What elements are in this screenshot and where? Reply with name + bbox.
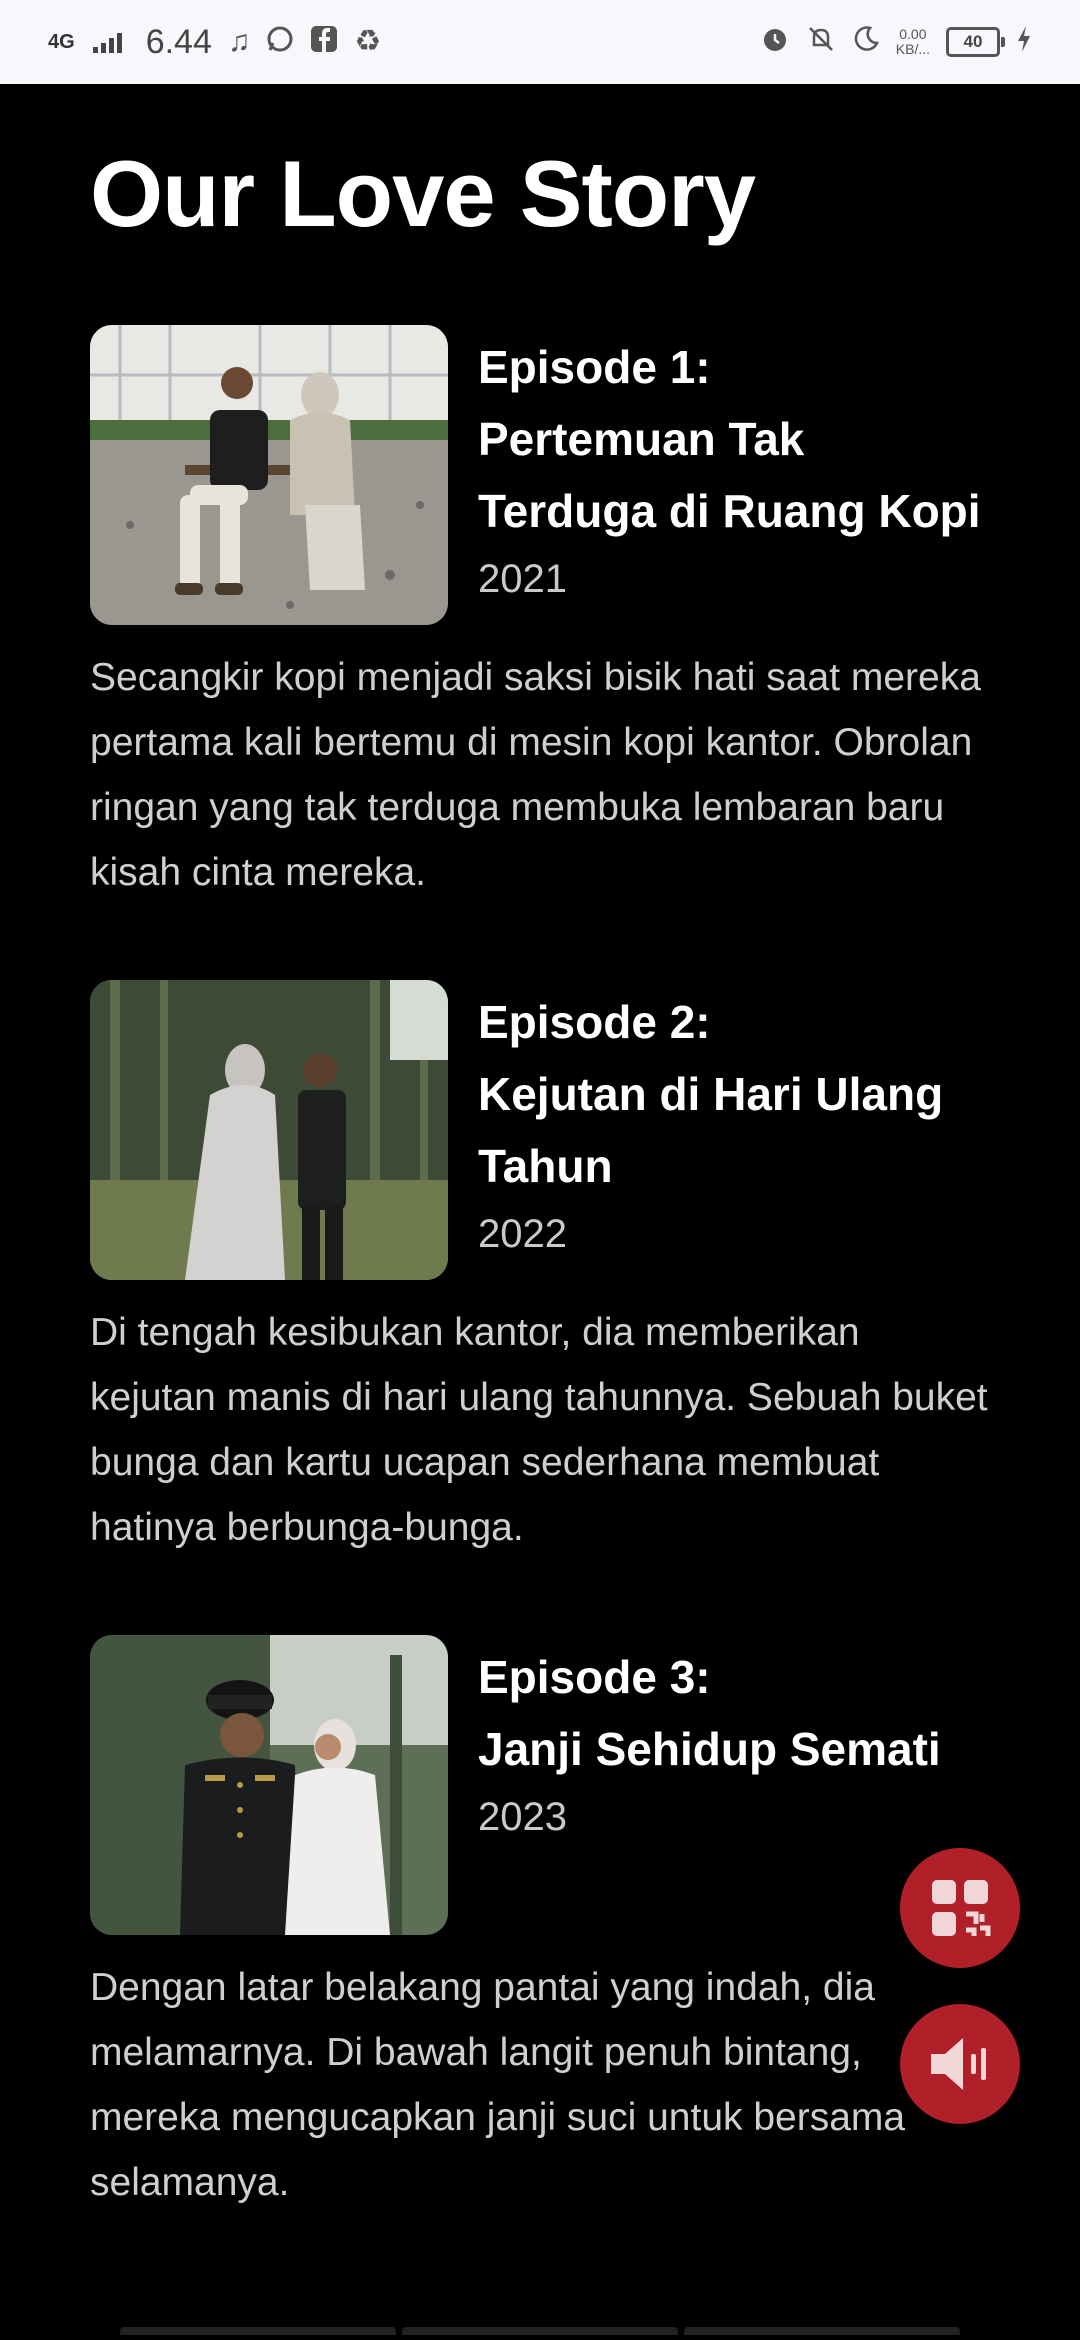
status-bar: 4G 6.44 ♫ ♻ 0.00 KB/... 40 (0, 0, 1080, 84)
episode-1-label: Episode 1: (478, 341, 711, 393)
episode-1-meta: Episode 1: Pertemuan Tak Terduga di Ruan… (478, 325, 990, 625)
facebook-icon (310, 25, 338, 59)
sound-toggle-button[interactable] (900, 2004, 1020, 2124)
music-icon: ♫ (227, 25, 251, 58)
episode-1-title: Pertemuan Tak Terduga di Ruang Kopi (478, 413, 981, 537)
qr-code-icon (932, 1880, 991, 1936)
episode-2-meta: Episode 2: Kejutan di Hari Ulang Tahun 2… (478, 980, 990, 1280)
moon-icon (852, 25, 880, 59)
status-bar-left: 4G 6.44 ♫ ♻ (48, 23, 381, 62)
status-bar-right: 0.00 KB/... 40 (760, 24, 1032, 60)
mute-icon (806, 24, 836, 60)
battery-icon: 40 (946, 27, 1005, 57)
episode-card-3: Episode 3: Janji Sehidup Semati 2023 Den… (90, 1635, 990, 2215)
episode-3-meta: Episode 3: Janji Sehidup Semati 2023 (478, 1635, 941, 1935)
episode-1-description: Secangkir kopi menjadi saksi bisik hati … (90, 656, 981, 894)
episode-card-2: Episode 2: Kejutan di Hari Ulang Tahun 2… (90, 980, 990, 1560)
speaker-icon (931, 2038, 986, 2090)
episode-3-description: Dengan latar belakang pantai yang indah,… (90, 1966, 906, 2204)
network-type: 4G (48, 31, 75, 53)
data-rate-value: 0.00 (899, 26, 927, 42)
episode-2-year: 2022 (478, 1212, 567, 1256)
episode-3-title: Janji Sehidup Semati (478, 1723, 941, 1775)
bottom-nav-edge (120, 2327, 960, 2335)
episode-1-year: 2021 (478, 557, 567, 601)
charging-icon (1016, 25, 1032, 59)
episode-2-label: Episode 2: (478, 996, 711, 1048)
episode-card-1: Episode 1: Pertemuan Tak Terduga di Ruan… (90, 325, 990, 905)
episode-2-description: Di tengah kesibukan kantor, dia memberik… (90, 1311, 988, 1549)
whatsapp-icon (266, 25, 294, 59)
episode-2-photo[interactable] (90, 980, 448, 1280)
data-rate-unit: KB/... (895, 41, 930, 57)
episode-3-year: 2023 (478, 1795, 567, 1839)
signal-icon (92, 31, 122, 53)
alarm-icon (760, 24, 790, 60)
episode-3-label: Episode 3: (478, 1651, 711, 1703)
episode-1-photo[interactable] (90, 325, 448, 625)
episode-3-photo[interactable] (90, 1635, 448, 1935)
qr-code-button[interactable] (900, 1848, 1020, 1968)
data-rate: 0.00 KB/... (896, 27, 930, 57)
clock: 6.44 (145, 22, 212, 61)
page-title: Our Love Story (90, 141, 756, 246)
recycle-icon: ♻ (354, 25, 382, 58)
episode-2-title: Kejutan di Hari Ulang Tahun (478, 1068, 944, 1192)
